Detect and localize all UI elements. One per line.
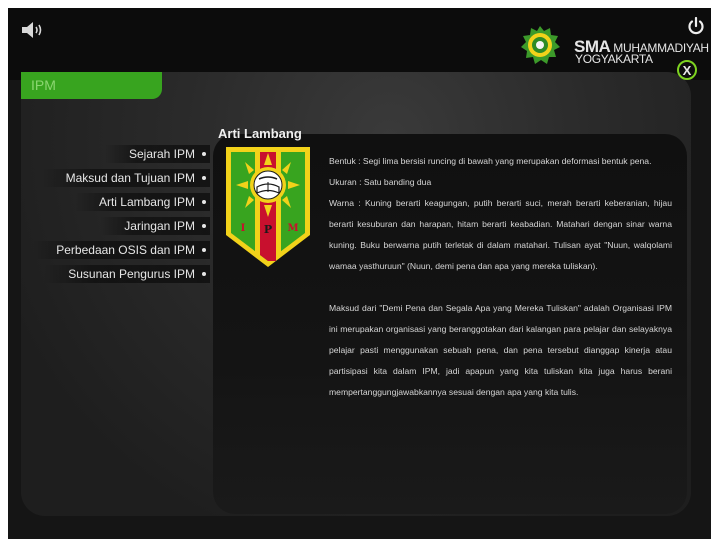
paragraph-maksud: Maksud dari "Demi Pena dan Segala Apa ya… [329, 303, 672, 397]
power-icon[interactable] [687, 17, 705, 35]
menu-item-label: Sejarah IPM [128, 147, 195, 161]
bullet-icon [202, 200, 206, 204]
emblem-letter-m: M [287, 223, 298, 234]
menu-item-label: Susunan Pengurus IPM [68, 267, 195, 281]
menu-item-sejarah[interactable]: Sejarah IPM [40, 142, 210, 166]
menu-item-label: Jaringan IPM [124, 219, 195, 233]
bullet-icon [202, 224, 206, 228]
menu-item-maksud-tujuan[interactable]: Maksud dan Tujuan IPM [40, 166, 210, 190]
paragraph-ukuran: Ukuran : Satu banding dua [329, 177, 432, 187]
close-button[interactable]: X [677, 60, 697, 80]
content-title: Arti Lambang [218, 126, 302, 141]
menu-item-label: Perbedaan OSIS dan IPM [56, 243, 195, 257]
menu-item-arti-lambang[interactable]: Arti Lambang IPM [40, 190, 210, 214]
bullet-icon [202, 152, 206, 156]
emblem-letter-p: P [264, 223, 272, 236]
ipm-emblem: I P M [226, 147, 310, 267]
bullet-icon [202, 272, 206, 276]
bullet-icon [202, 176, 206, 180]
speaker-icon[interactable] [20, 20, 46, 40]
menu-item-perbedaan-osis[interactable]: Perbedaan OSIS dan IPM [32, 238, 210, 262]
top-bar: SMA MUHAMMADIYAH 1 YOGYAKARTA [8, 8, 711, 80]
menu-item-label: Maksud dan Tujuan IPM [65, 171, 195, 185]
description-text: Bentuk : Segi lima bersisi runcing di ba… [329, 151, 672, 403]
paragraph-warna: Warna : Kuning berarti keagungan, putih … [329, 198, 672, 271]
section-tab: IPM [21, 72, 162, 99]
menu-item-susunan-pengurus[interactable]: Susunan Pengurus IPM [40, 262, 210, 286]
menu-item-jaringan[interactable]: Jaringan IPM [40, 214, 210, 238]
side-menu: Sejarah IPM Maksud dan Tujuan IPM Arti L… [32, 142, 210, 286]
paragraph-bentuk: Bentuk : Segi lima bersisi runcing di ba… [329, 156, 652, 166]
menu-item-label: Arti Lambang IPM [98, 195, 195, 209]
emblem-letter-i: I [241, 223, 246, 234]
school-logo [521, 26, 560, 64]
bullet-icon [202, 248, 206, 252]
